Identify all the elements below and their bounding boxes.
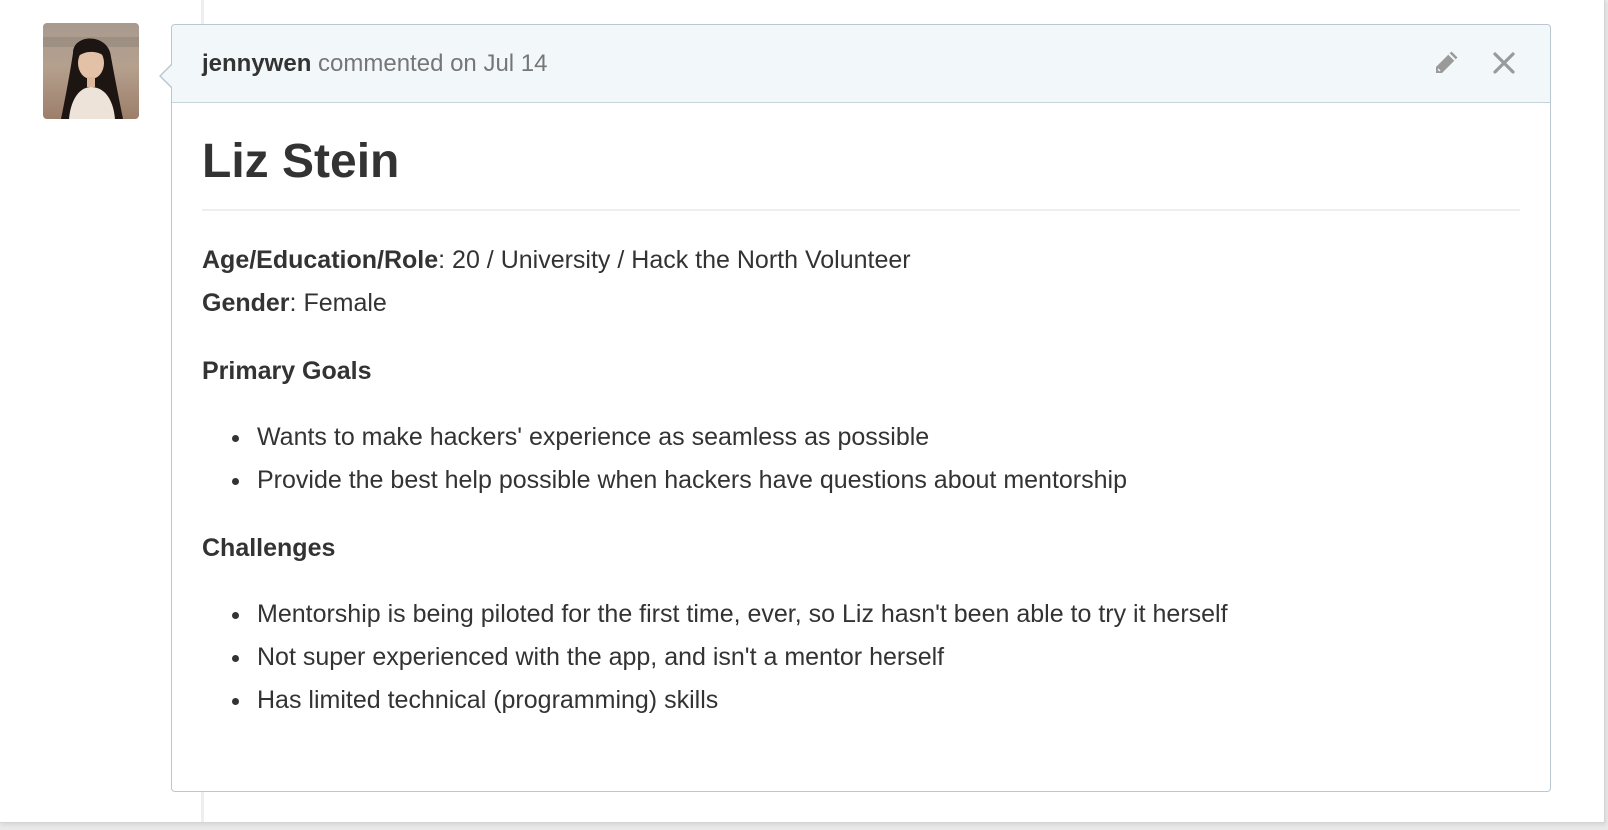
comment-timestamp-link[interactable]: Jul 14: [483, 50, 547, 77]
close-icon: [1493, 52, 1515, 74]
avatar[interactable]: [43, 23, 139, 119]
persona-fields: Age/Education/Role: 20 / University / Ha…: [202, 239, 1520, 325]
field-separator: :: [438, 246, 453, 274]
edit-comment-button[interactable]: [1430, 47, 1462, 79]
persona-title: Liz Stein: [202, 133, 1520, 211]
comment-actions: [1430, 47, 1520, 79]
section-heading-challenges: Challenges: [202, 534, 336, 562]
delete-comment-button[interactable]: [1488, 47, 1520, 79]
field-value: 20 / University / Hack the North Volunte…: [452, 246, 911, 274]
pencil-icon: [1436, 51, 1458, 73]
field-age-education-role: Age/Education/Role: 20 / University / Ha…: [202, 239, 1520, 282]
field-value: Female: [303, 289, 387, 317]
page-frame: jennywen commented on Jul 14 Liz Stein A…: [0, 0, 1605, 823]
challenges-list: Mentorship is being piloted for the firs…: [202, 593, 1520, 722]
field-gender: Gender: Female: [202, 282, 1520, 325]
comment-body: Liz Stein Age/Education/Role: 20 / Unive…: [172, 103, 1550, 722]
comment-author-link[interactable]: jennywen: [202, 50, 311, 77]
section-heading-primary-goals: Primary Goals: [202, 357, 372, 385]
comment-header: jennywen commented on Jul 14: [172, 25, 1550, 103]
field-separator: :: [289, 289, 304, 317]
list-item: Has limited technical (programming) skil…: [232, 679, 1520, 722]
comment-header-text: jennywen commented on Jul 14: [202, 49, 548, 79]
list-item: Wants to make hackers' experience as sea…: [232, 416, 1520, 459]
comment-action-text: commented on: [311, 50, 484, 77]
list-item: Provide the best help possible when hack…: [232, 459, 1520, 502]
list-item: Mentorship is being piloted for the firs…: [232, 593, 1520, 636]
field-label: Gender: [202, 289, 290, 317]
primary-goals-list: Wants to make hackers' experience as sea…: [202, 416, 1520, 502]
list-item: Not super experienced with the app, and …: [232, 636, 1520, 679]
comment-box: jennywen commented on Jul 14 Liz Stein A…: [159, 24, 1551, 792]
field-label: Age/Education/Role: [202, 246, 439, 274]
avatar-image: [43, 23, 139, 119]
